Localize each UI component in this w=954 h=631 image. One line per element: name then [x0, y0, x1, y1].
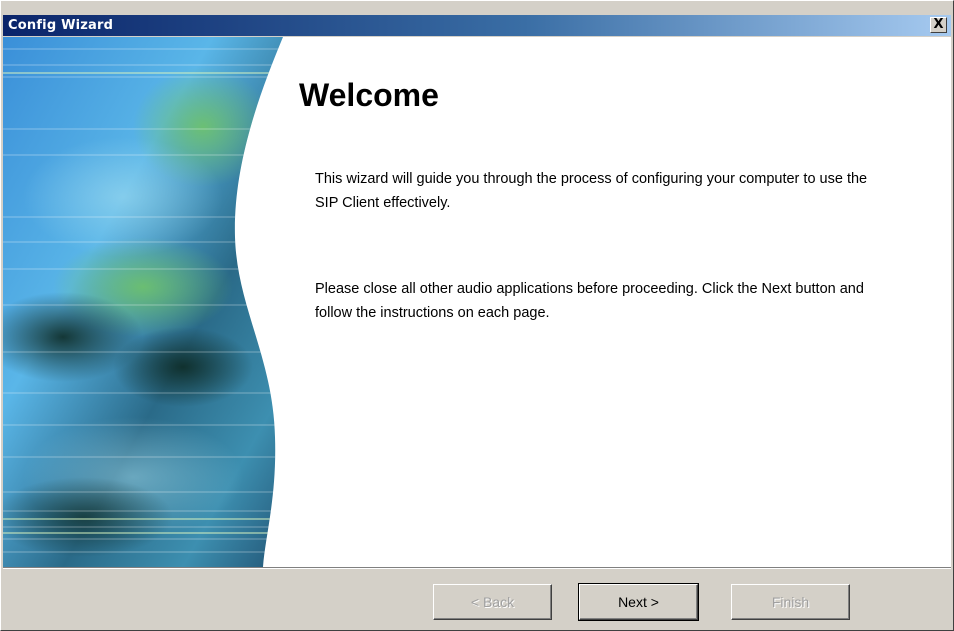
title-bar[interactable]: Config Wizard X [3, 15, 951, 36]
page-heading: Welcome [299, 77, 439, 113]
button-bar-divider-highlight [3, 568, 951, 569]
back-button[interactable]: < Back [433, 584, 552, 620]
wizard-content-panel: Welcome This wizard will guide you throu… [3, 37, 951, 567]
window-title: Config Wizard [8, 18, 114, 33]
config-wizard-window: Config Wizard X Welcome This wizard will… [0, 0, 954, 631]
intro-paragraph: This wizard will guide you through the p… [315, 171, 868, 211]
wizard-side-banner-image [3, 37, 283, 567]
instructions-paragraph: Please close all other audio application… [315, 281, 864, 321]
next-button[interactable]: Next > [578, 583, 699, 621]
finish-button[interactable]: Finish [731, 584, 850, 620]
close-icon: X [933, 17, 944, 32]
close-button[interactable]: X [930, 17, 947, 33]
